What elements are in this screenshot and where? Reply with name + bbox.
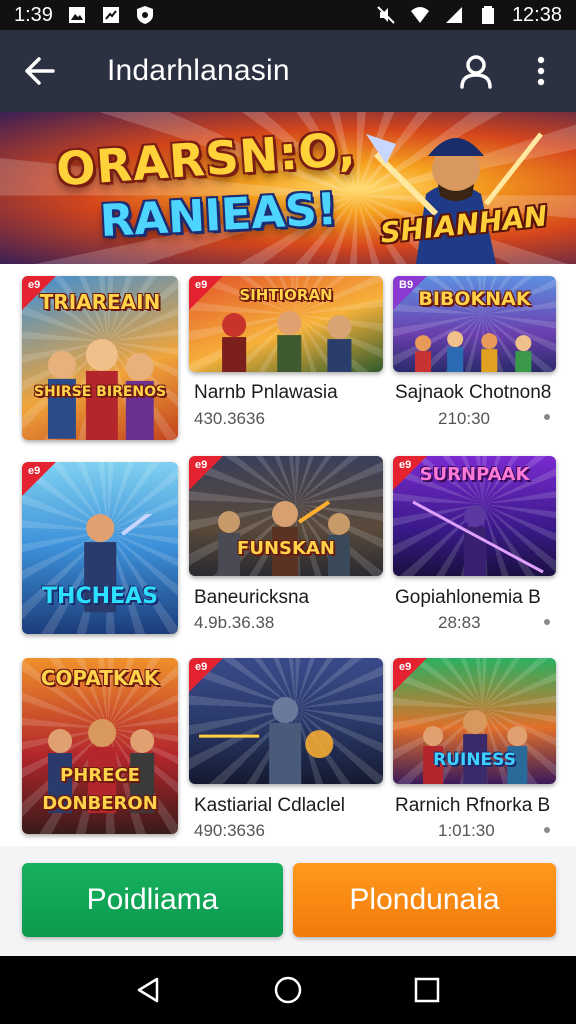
game-thumbnail[interactable]: e9 SIHTIORAN	[189, 276, 383, 372]
thumbnail-title: SIHTIORAN	[239, 286, 333, 304]
thumbnail-title: THCHEAS	[42, 584, 158, 609]
signal-icon	[444, 5, 464, 25]
game-title: Baneuricksna	[194, 587, 310, 608]
game-title: Narnb Pnlawasia	[194, 382, 338, 403]
account-button[interactable]	[446, 30, 506, 112]
game-grid: e9 TRIAREAIN SHIRSE BIRENOS e9 SIHTIORAN…	[0, 264, 576, 846]
thumbnail-title: RUINESS	[433, 750, 516, 770]
character-art	[222, 310, 352, 372]
badge-label: e9	[399, 661, 412, 673]
promo-banner[interactable]: ORARSN:O, RANIEAS! SHIANHAN	[0, 112, 576, 264]
status-time-left: 1:39	[14, 3, 53, 26]
mute-icon	[376, 5, 396, 25]
status-left: 1:39	[14, 4, 155, 27]
game-thumbnail[interactable]: B9 BIBOKNAK	[393, 276, 556, 372]
game-thumbnail[interactable]: e9 FUNSKAN	[189, 456, 383, 576]
nav-back-icon	[138, 977, 159, 1003]
game-thumbnail[interactable]: e9 SURNPAAK	[393, 456, 556, 576]
game-meta: 490:3636	[194, 821, 265, 840]
badge-label: e9	[195, 459, 208, 471]
game-meta: 210:30	[438, 409, 490, 428]
character-art	[84, 513, 153, 612]
thumbnail-subtitle: SHIRSE BIRENOS	[33, 384, 167, 400]
game-meta: 4.9b.36.38	[194, 613, 275, 632]
game-meta: 28:83	[438, 613, 481, 632]
game-meta: 1:01:30	[438, 821, 495, 840]
nav-recents-icon	[414, 977, 439, 1003]
badge-label: e9	[195, 661, 208, 673]
character-art	[199, 696, 334, 784]
wifi-icon	[410, 5, 430, 25]
secondary-button[interactable]: Plondunaia	[293, 863, 556, 937]
game-thumbnail[interactable]: e9 TRIAREAIN SHIRSE BIRENOS	[22, 276, 178, 440]
back-button[interactable]	[0, 30, 80, 112]
status-bar: 1:39 12:38	[0, 0, 576, 30]
game-title: Kastiarial Cdlaclel	[194, 795, 346, 816]
trending-icon	[101, 5, 121, 25]
card-indicator-dot	[544, 619, 550, 625]
thumbnail-title: TRIAREAIN	[39, 290, 161, 314]
thumbnail-title: BIBOKNAK	[418, 288, 531, 310]
primary-button[interactable]: Poidliama	[22, 863, 283, 937]
game-thumbnail[interactable]: e9	[189, 658, 383, 784]
character-art	[218, 500, 350, 576]
game-thumbnail[interactable]: e9 RUINESS	[393, 658, 556, 784]
game-thumbnail[interactable]: COPATKAK PHRECE DONBERON	[22, 658, 178, 834]
game-thumbnail[interactable]: e9 THCHEAS	[22, 462, 178, 634]
character-art	[412, 500, 544, 576]
shield-icon	[135, 5, 155, 25]
image-icon	[67, 5, 87, 25]
nav-back-button[interactable]	[119, 960, 179, 1020]
card-indicator-dot	[544, 414, 550, 420]
page-title: Indarhlanasin	[107, 54, 290, 87]
thumbnail-title: COPATKAK	[40, 666, 160, 690]
system-nav-bar	[0, 956, 576, 1024]
game-title: Sajnaok Chotnon8	[395, 382, 552, 403]
nav-home-icon	[274, 976, 302, 1004]
nav-recents-button[interactable]	[397, 960, 457, 1020]
person-icon	[460, 55, 492, 89]
thumbnail-subtitle: PHRECE DONBERON	[42, 765, 158, 814]
game-title: Rarnich Rfnorka B	[395, 795, 551, 816]
status-time-right: 12:38	[511, 3, 562, 26]
bottom-action-bar: Poidliama Plondunaia	[0, 846, 576, 956]
character-art	[47, 339, 154, 440]
badge-label: e9	[28, 465, 41, 477]
nav-home-button[interactable]	[258, 960, 318, 1020]
more-vert-icon	[537, 56, 545, 86]
status-right: 12:38	[376, 4, 562, 27]
game-meta: 430.3636	[194, 409, 265, 428]
back-arrow-icon	[25, 57, 55, 85]
more-options-button[interactable]	[506, 30, 576, 112]
character-art	[423, 709, 528, 784]
thumbnail-title: SURNPAAK	[419, 464, 530, 485]
card-indicator-dot	[544, 827, 550, 833]
battery-icon	[478, 5, 498, 25]
character-art	[415, 330, 532, 372]
thumbnail-title: FUNSKAN	[237, 538, 335, 559]
game-title: Gopiahlonemia B	[395, 587, 541, 608]
app-bar: Indarhlanasin	[0, 30, 576, 112]
